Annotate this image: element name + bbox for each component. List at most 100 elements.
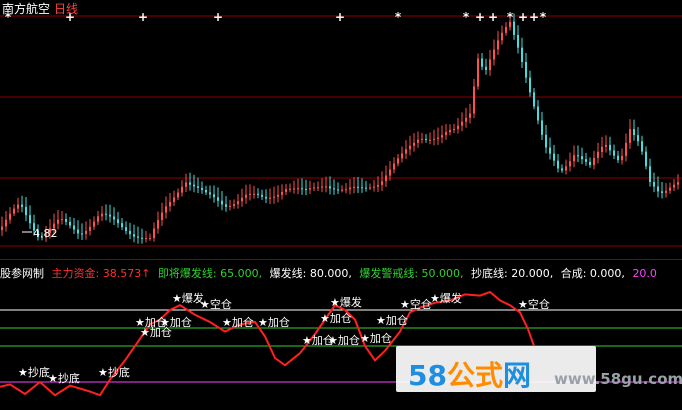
candle-body [349, 187, 351, 190]
candle-body [653, 182, 655, 187]
candle-body [381, 181, 383, 185]
candle-body [5, 219, 7, 227]
candle-body [13, 208, 15, 214]
burst-line: 爆发线: 80.000, [269, 267, 352, 280]
candle-body [233, 204, 235, 206]
signal-label-add-position: ★加仓 [258, 315, 290, 329]
candle-body [301, 188, 303, 190]
candle-body [469, 113, 471, 118]
candle-body [521, 47, 523, 62]
candle-body [585, 159, 587, 162]
candle-body [281, 191, 283, 195]
candle-body [545, 134, 547, 148]
candle-body [149, 237, 151, 239]
candle-body [449, 130, 451, 133]
candle-body [93, 221, 95, 227]
candle-body [141, 237, 143, 239]
candle-body [677, 182, 679, 185]
candle-body [169, 201, 171, 207]
signal-label-buy-bottom: ★抄底 [18, 365, 50, 379]
candle-body [333, 188, 335, 190]
candle-body [245, 194, 247, 198]
candle-body [9, 213, 11, 220]
candle-body [117, 219, 119, 224]
candle-body [389, 169, 391, 176]
candle-body [505, 26, 507, 33]
candle-body [21, 204, 23, 207]
signal-glyph: * [395, 10, 402, 24]
signal-glyph: + [529, 10, 539, 24]
candle-body [481, 58, 483, 67]
candle-body [145, 238, 147, 240]
candle-body [441, 135, 443, 138]
candle-body [353, 186, 355, 188]
candle-body [25, 206, 27, 216]
candle-body [485, 66, 487, 71]
candle-body [373, 186, 375, 188]
signal-label-empty-position: ★空仓 [200, 297, 232, 311]
candle-body [193, 184, 195, 187]
candle-body [409, 145, 411, 150]
candle-body [593, 157, 595, 166]
candle-body [277, 194, 279, 197]
candle-body [225, 204, 227, 207]
candle-body [465, 117, 467, 122]
candle-body [641, 141, 643, 152]
candle-body [361, 187, 363, 189]
candle-body [57, 219, 59, 224]
candle-body [613, 150, 615, 156]
candle-body [477, 58, 479, 87]
candle-body [237, 201, 239, 205]
candle-body [473, 86, 475, 114]
candle-body [601, 146, 603, 152]
candle-body [385, 175, 387, 182]
candle-body [513, 21, 515, 35]
candle-body [645, 151, 647, 167]
candle-body [393, 163, 395, 170]
candle-body [649, 166, 651, 183]
candle-body [177, 192, 179, 198]
candle-body [357, 186, 359, 188]
stock-name: 南方航空 [2, 2, 51, 16]
signal-label-add-position: ★加仓 [222, 315, 254, 329]
composite-value: 合成: 0.000, [560, 267, 625, 280]
candle-body [533, 92, 535, 107]
low-price-marker: 4.82 [33, 227, 58, 240]
candle-body [417, 139, 419, 143]
candle-body [201, 187, 203, 191]
panel-separator [0, 259, 682, 260]
candle-body [377, 184, 379, 187]
candle-body [673, 184, 675, 188]
candle-body [549, 147, 551, 154]
candle-body [85, 230, 87, 234]
candle-body [181, 186, 183, 193]
candle-body [341, 189, 343, 191]
candle-body [629, 129, 631, 143]
candle-body [229, 205, 231, 207]
candle-body [73, 225, 75, 230]
candle-body [325, 186, 327, 188]
candle-body [1, 226, 3, 230]
candle-body [157, 220, 159, 229]
candle-body [537, 106, 539, 121]
candle-body [661, 191, 663, 193]
candle-body [89, 226, 91, 231]
watermark-url: www.58gu.com [554, 370, 682, 388]
signal-label-add-position: ★加仓 [328, 333, 360, 347]
candle-body [285, 189, 287, 192]
signal-label-add-position: ★加仓 [320, 311, 352, 325]
signal-glyph: + [488, 10, 498, 24]
candle-body [197, 186, 199, 188]
candle-body [265, 196, 267, 199]
candle-body [493, 49, 495, 60]
candle-body [397, 158, 399, 164]
price-chart[interactable]: * + + + + * * + + * + + * [0, 0, 682, 258]
candle-body [249, 193, 251, 195]
candle-body [637, 135, 639, 142]
candle-body [289, 188, 291, 190]
signal-label-add-position: ★加仓 [360, 331, 392, 345]
signal-glyph: + [138, 10, 148, 24]
imminent-burst-line: 即将爆发线: 65.000, [157, 267, 263, 280]
candle-body [401, 153, 403, 159]
candle-body [189, 182, 191, 185]
